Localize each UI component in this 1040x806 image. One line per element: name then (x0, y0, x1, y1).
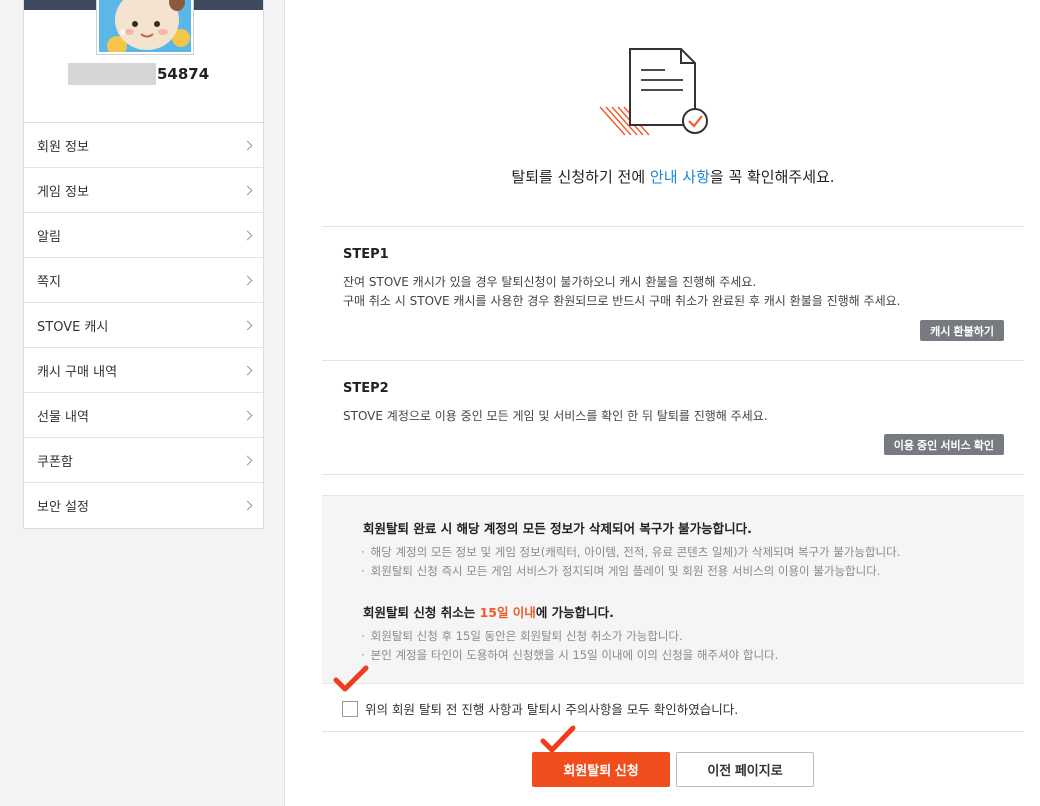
chevron-right-icon (242, 320, 253, 330)
agreement-checkbox[interactable] (342, 700, 358, 717)
menu-item-label: 선물 내역 (37, 409, 89, 425)
cancel-heading-prefix: 회원탈퇴 신청 취소는 (363, 605, 480, 620)
user-id-number: 54874 (157, 65, 210, 83)
cancel-heading-highlight: 15일 이내 (479, 605, 536, 620)
cancel-heading: 회원탈퇴 신청 취소는 15일 이내에 가능합니다. (363, 602, 614, 621)
agreement-row[interactable]: 위의 회원 탈퇴 전 진행 사항과 탈퇴시 주의사항을 모두 확인하였습니다. (342, 699, 738, 718)
step-description: STOVE 계정으로 이용 중인 모든 게임 및 서비스를 확인 한 뒤 탈퇴를… (343, 409, 768, 423)
masked-user-id (68, 63, 156, 85)
notice-highlight: 안내 사항 (649, 168, 710, 186)
chevron-right-icon (242, 410, 253, 420)
annotation-checkmark-icon (333, 665, 369, 692)
menu-item-label: 게임 정보 (37, 184, 89, 200)
chevron-right-icon (242, 365, 253, 375)
menu-item-label: 쪽지 (37, 274, 61, 290)
warning-item: 본인 계정을 타인이 도용하여 신청했을 시 15일 이내에 이의 신청을 해주… (361, 647, 779, 663)
chevron-right-icon (242, 275, 253, 285)
document-check-icon (599, 48, 708, 136)
withdrawal-warnings: 회원탈퇴 완료 시 해당 계정의 모든 정보가 삭제되어 복구가 불가능합니다.… (322, 495, 1024, 684)
menu-item-member-info[interactable]: 회원 정보 (24, 123, 263, 168)
menu-item-label: 알림 (37, 229, 61, 245)
menu-item-messages[interactable]: 쪽지 (24, 258, 263, 303)
menu-item-label: 캐시 구매 내역 (37, 364, 118, 380)
menu-item-coupons[interactable]: 쿠폰함 (24, 438, 263, 483)
chevron-right-icon (242, 500, 253, 511)
step1-section: STEP1 잔여 STOVE 캐시가 있을 경우 탈퇴신청이 불가하오니 캐시 … (322, 226, 1024, 360)
menu-item-label: 쿠폰함 (37, 454, 73, 470)
step2-section: STEP2 STOVE 계정으로 이용 중인 모든 게임 및 서비스를 확인 한… (322, 360, 1024, 475)
menu-item-stove-cash[interactable]: STOVE 캐시 (24, 303, 263, 348)
check-services-button[interactable]: 이용 중인 서비스 확인 (883, 434, 1004, 455)
notice-title: 탈퇴를 신청하기 전에 안내 사항을 꼭 확인해주세요. (322, 166, 1024, 187)
step-description: 잔여 STOVE 캐시가 있을 경우 탈퇴신청이 불가하오니 캐시 환불을 진행… (343, 275, 757, 289)
chevron-right-icon (242, 455, 253, 465)
menu-item-label: 보안 설정 (37, 500, 89, 515)
warning-item: 해당 계정의 모든 정보 및 게임 정보(캐릭터, 아이템, 전적, 유료 콘텐… (361, 544, 901, 560)
agreement-label: 위의 회원 탈퇴 전 진행 사항과 탈퇴시 주의사항을 모두 확인하였습니다. (365, 702, 739, 717)
menu-item-cash-history[interactable]: 캐시 구매 내역 (24, 348, 263, 393)
user-id: 54874 (68, 63, 209, 85)
annotation-checkmark-icon (540, 725, 576, 753)
divider (322, 731, 1024, 732)
menu-item-gift-history[interactable]: 선물 내역 (24, 393, 263, 438)
warning-item: 회원탈퇴 신청 후 15일 동안은 회원탈퇴 신청 취소가 가능합니다. (361, 628, 683, 644)
menu-item-label: STOVE 캐시 (37, 319, 109, 335)
notice-prefix: 탈퇴를 신청하기 전에 (511, 168, 650, 186)
menu-item-notifications[interactable]: 알림 (24, 213, 263, 258)
step-description: 구매 취소 시 STOVE 캐시를 사용한 경우 환원되므로 반드시 구매 취소… (343, 294, 901, 308)
chevron-right-icon (242, 185, 253, 195)
chevron-right-icon (242, 230, 253, 240)
menu-item-game-info[interactable]: 게임 정보 (24, 168, 263, 213)
notice-suffix: 을 꼭 확인해주세요. (709, 168, 835, 186)
step-title: STEP2 (343, 381, 389, 396)
cancel-heading-suffix: 에 가능합니다. (535, 605, 614, 620)
chevron-right-icon (242, 140, 253, 150)
account-menu: 회원 정보 게임 정보 알림 쪽지 STOVE 캐시 캐시 구매 내역 선물 내… (23, 122, 264, 529)
warning-heading: 회원탈퇴 완료 시 해당 계정의 모든 정보가 삭제되어 복구가 불가능합니다. (363, 521, 752, 536)
avatar (96, 0, 194, 55)
menu-item-security[interactable]: 보안 설정 (24, 483, 263, 528)
profile-card: 54874 (23, 0, 264, 123)
cash-refund-button[interactable]: 캐시 환불하기 (920, 320, 1004, 341)
warning-item: 회원탈퇴 신청 즉시 모든 게임 서비스가 정지되며 게임 플레이 및 회원 전… (361, 563, 881, 579)
character-avatar-icon (99, 0, 191, 52)
step-title: STEP1 (343, 247, 389, 262)
withdraw-submit-button[interactable]: 회원탈퇴 신청 (532, 752, 670, 787)
menu-item-label: 회원 정보 (37, 139, 89, 155)
back-button[interactable]: 이전 페이지로 (676, 752, 814, 787)
